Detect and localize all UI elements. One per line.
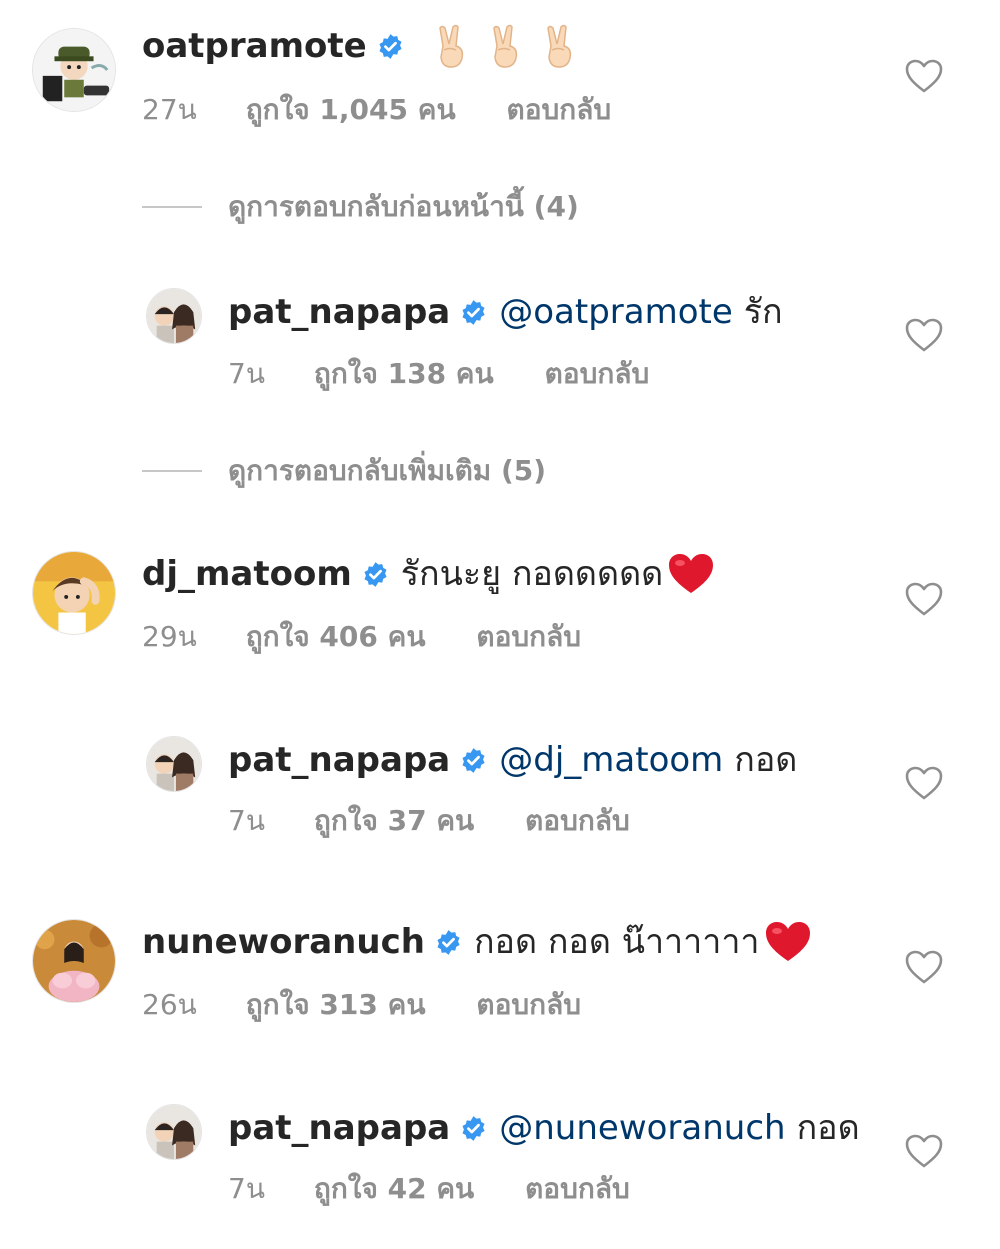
username[interactable]: nuneworanuch — [142, 920, 425, 964]
comment-meta: 27น ถูกใจ 1,045 คน ตอบกลับ — [142, 92, 611, 128]
mention-link[interactable]: @nuneworanuch — [499, 1106, 785, 1150]
victory-hand-emoji-icon — [434, 24, 470, 68]
mention-link[interactable]: @oatpramote — [499, 290, 733, 334]
avatar-image — [147, 1105, 201, 1159]
comment-time: 26น — [142, 988, 197, 1021]
avatar-pat-napapa[interactable] — [146, 1104, 202, 1160]
avatar-image — [33, 29, 115, 111]
comment-meta: 29น ถูกใจ 406 คน ตอบกลับ — [142, 619, 581, 655]
avatar-oatpramote[interactable] — [32, 28, 116, 112]
comment-meta: 26น ถูกใจ 313 คน ตอบกลับ — [142, 987, 581, 1023]
comment-meta: 7น ถูกใจ 138 คน ตอบกลับ — [228, 356, 649, 392]
avatar-image — [33, 920, 115, 1002]
username[interactable]: pat_napapa — [228, 290, 450, 334]
avatar-image — [147, 737, 201, 791]
comment-line: dj_matoom รักนะยู กอดดดดด — [142, 552, 715, 596]
comment-line: nuneworanuch กอด กอด น๊าาาาาา — [142, 920, 812, 964]
like-heart-icon[interactable] — [904, 949, 944, 985]
reply-button[interactable]: ตอบกลับ — [476, 619, 581, 655]
comment-time: 29น — [142, 620, 197, 653]
view-previous-replies-label: ดูการตอบกลับก่อนหน้านี้ (4) — [228, 190, 579, 223]
like-heart-icon[interactable] — [904, 58, 944, 94]
verified-badge-icon — [460, 299, 487, 326]
likes-count-link[interactable]: ถูกใจ 406 คน — [246, 619, 426, 655]
comment-text: รัก — [743, 292, 783, 332]
mention-link[interactable]: @dj_matoom — [499, 738, 723, 782]
comment-line: pat_napapa @oatpramote รัก — [228, 290, 783, 334]
verified-badge-icon — [460, 1115, 487, 1142]
username[interactable]: oatpramote — [142, 24, 367, 68]
red-heart-emoji-icon — [764, 920, 812, 964]
username[interactable]: pat_napapa — [228, 738, 450, 782]
comment-time: 7น — [228, 357, 265, 390]
likes-count-link[interactable]: ถูกใจ 37 คน — [314, 803, 474, 839]
like-heart-icon[interactable] — [904, 1133, 944, 1169]
comment-time: 27น — [142, 93, 197, 126]
divider — [142, 470, 202, 472]
reply-button[interactable]: ตอบกลับ — [525, 803, 630, 839]
comment-meta: 7น ถูกใจ 42 คน ตอบกลับ — [228, 1171, 630, 1207]
red-heart-emoji-icon — [667, 552, 715, 596]
comment-time: 7น — [228, 1172, 265, 1205]
like-heart-icon[interactable] — [904, 581, 944, 617]
verified-badge-icon — [460, 747, 487, 774]
comment-line: pat_napapa @nuneworanuch กอด — [228, 1106, 860, 1150]
avatar-dj-matoom[interactable] — [32, 551, 116, 635]
likes-count-link[interactable]: ถูกใจ 313 คน — [246, 987, 426, 1023]
comment-text: กอด กอด น๊าาาาาา — [473, 922, 760, 962]
username[interactable]: pat_napapa — [228, 1106, 450, 1150]
comment-time: 7น — [228, 804, 265, 837]
likes-count-link[interactable]: ถูกใจ 42 คน — [314, 1171, 474, 1207]
like-heart-icon[interactable] — [904, 317, 944, 353]
reply-button[interactable]: ตอบกลับ — [525, 1171, 630, 1207]
comment-meta: 7น ถูกใจ 37 คน ตอบกลับ — [228, 803, 630, 839]
verified-badge-icon — [435, 929, 462, 956]
likes-count-link[interactable]: ถูกใจ 138 คน — [314, 356, 494, 392]
avatar-pat-napapa[interactable] — [146, 736, 202, 792]
avatar-image — [147, 289, 201, 343]
victory-hand-emoji-icon — [488, 24, 524, 68]
view-previous-replies-button[interactable]: ดูการตอบกลับก่อนหน้านี้ (4) — [142, 189, 579, 225]
comment-line: oatpramote — [142, 24, 578, 68]
verified-badge-icon — [377, 33, 404, 60]
divider — [142, 206, 202, 208]
reply-button[interactable]: ตอบกลับ — [545, 356, 650, 392]
avatar-nuneworanuch[interactable] — [32, 919, 116, 1003]
view-more-replies-button[interactable]: ดูการตอบกลับเพิ่มเติม (5) — [142, 453, 546, 489]
username[interactable]: dj_matoom — [142, 552, 352, 596]
likes-count-link[interactable]: ถูกใจ 1,045 คน — [246, 92, 456, 128]
reply-button[interactable]: ตอบกลับ — [507, 92, 612, 128]
view-more-replies-label: ดูการตอบกลับเพิ่มเติม (5) — [228, 454, 547, 487]
comment-text: รักนะยู กอดดดดด — [400, 554, 664, 594]
comment-text: กอด — [734, 740, 798, 780]
avatar-image — [33, 552, 115, 634]
verified-badge-icon — [362, 561, 389, 588]
comment-text: กอด — [796, 1108, 860, 1148]
avatar-pat-napapa[interactable] — [146, 288, 202, 344]
reply-button[interactable]: ตอบกลับ — [476, 987, 581, 1023]
like-heart-icon[interactable] — [904, 765, 944, 801]
comment-line: pat_napapa @dj_matoom กอด — [228, 738, 797, 782]
victory-hand-emoji-icon — [542, 24, 578, 68]
